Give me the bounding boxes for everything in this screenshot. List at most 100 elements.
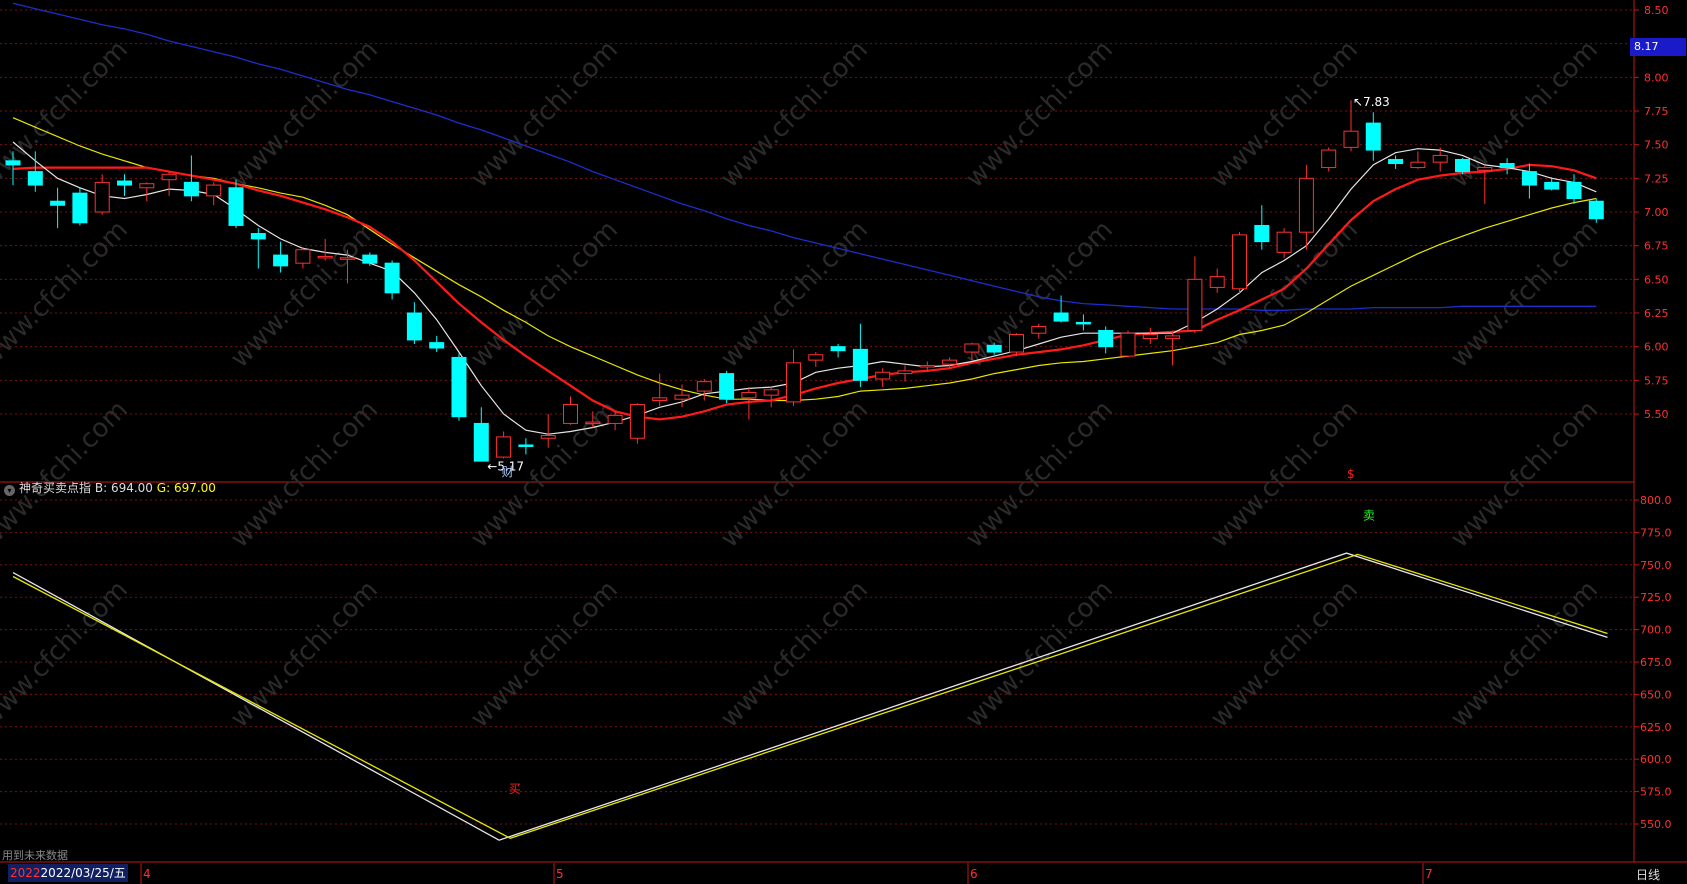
candle-body — [964, 343, 980, 353]
candle — [1365, 112, 1381, 161]
candle-body — [1098, 330, 1114, 348]
y-tick-label: 675.0 — [1640, 656, 1672, 669]
candle — [1009, 333, 1024, 357]
watermark-layer: www.cfchi.com www.cfchi.com www.cfchi.com w… — [0, 35, 1604, 734]
candle-body — [919, 365, 935, 368]
candle-body — [384, 262, 400, 294]
candle-body — [808, 354, 824, 361]
candle — [273, 241, 289, 273]
candle-body — [1566, 181, 1582, 200]
candle — [719, 370, 735, 404]
x-tick-label: 4 — [143, 867, 151, 881]
indicator-lines: 买卖 — [12, 508, 1608, 841]
candle — [1321, 147, 1337, 172]
candle-body — [607, 414, 623, 424]
candle — [139, 182, 155, 202]
candle-body — [786, 362, 801, 403]
candle-body — [1588, 200, 1604, 220]
candle-body — [1276, 231, 1292, 253]
candle — [117, 174, 132, 196]
candle — [1499, 158, 1515, 175]
candle — [1410, 151, 1426, 169]
candle — [540, 414, 556, 448]
watermark-text: www.cfchi.com — [465, 35, 624, 194]
candle-body — [719, 373, 735, 400]
candle — [406, 302, 422, 344]
period-label[interactable]: 日线 — [1636, 866, 1660, 883]
candle-body — [1165, 335, 1181, 340]
y-tick-label: 575.0 — [1640, 786, 1672, 799]
y-tick-label: 6.25 — [1644, 307, 1669, 320]
candle — [786, 349, 801, 406]
chevron-down-icon[interactable]: ▾ — [4, 485, 15, 496]
y-tick-label: 6.00 — [1644, 341, 1669, 354]
candle — [875, 368, 891, 388]
candle-body — [496, 436, 512, 458]
candle-body — [1120, 332, 1136, 357]
watermark-text: www.cfchi.com — [715, 395, 874, 554]
y-tick-label: 625.0 — [1640, 721, 1672, 734]
candle — [897, 365, 913, 382]
future-data-warning: 用到未来数据 — [2, 849, 68, 862]
candle — [1298, 164, 1314, 250]
candle-body — [362, 254, 378, 264]
high-price-label: ↖7.83 — [1353, 95, 1390, 109]
candle-body — [1031, 325, 1047, 334]
candle — [50, 187, 66, 229]
watermark-text: www.cfchi.com — [1445, 395, 1604, 554]
candle-body — [295, 249, 311, 264]
y-tick-label: 6.75 — [1644, 240, 1669, 253]
watermark-text: www.cfchi.com — [715, 35, 874, 194]
b-value: 694.00 — [110, 481, 153, 495]
candle — [1477, 164, 1493, 204]
y-tick-label: 8.00 — [1644, 71, 1669, 84]
candle — [295, 247, 311, 269]
candle-body — [1544, 181, 1560, 190]
watermark-text: www.cfchi.com — [225, 35, 384, 194]
dividend-marker: $ — [1347, 467, 1355, 481]
candle-body — [1477, 167, 1493, 171]
watermark-text: www.cfchi.com — [1205, 395, 1364, 554]
stock-chart[interactable]: www.cfchi.com www.cfchi.com www.cfchi.com w… — [0, 0, 1687, 884]
y-tick-label: 700.0 — [1640, 624, 1672, 637]
candle — [94, 174, 110, 215]
candle — [1588, 198, 1604, 223]
y-tick-label: 6.50 — [1644, 273, 1669, 286]
candle-body — [1254, 224, 1270, 243]
watermark-text: www.cfchi.com — [960, 215, 1119, 374]
candle-body — [897, 370, 913, 375]
candle — [451, 353, 467, 421]
candle — [1031, 323, 1047, 339]
candle-body — [852, 348, 868, 381]
candle-body — [1388, 158, 1404, 165]
candle — [1276, 228, 1292, 258]
indicator-title: ▾ 神奇买卖点指 B: 694.00 G: 697.00 — [4, 479, 216, 496]
candle-body — [875, 371, 891, 380]
y-tick-label: 5.50 — [1644, 408, 1669, 421]
watermark-text: www.cfchi.com — [465, 575, 624, 734]
candle-body — [1209, 276, 1225, 288]
candle-body — [273, 254, 289, 267]
candle-body — [1009, 334, 1024, 353]
watermark-text: www.cfchi.com — [0, 215, 134, 374]
candle-body — [1499, 163, 1515, 169]
candle-body — [429, 342, 445, 349]
candle-body — [652, 397, 668, 402]
candle-body — [1232, 234, 1247, 290]
watermark-text: www.cfchi.com — [225, 215, 384, 374]
watermark-text: www.cfchi.com — [1445, 575, 1604, 734]
candle-body — [50, 200, 66, 206]
candle — [1187, 256, 1203, 334]
candle-body — [540, 435, 556, 439]
candle-body — [741, 391, 757, 399]
candle — [206, 182, 222, 206]
candle-body — [1432, 154, 1448, 163]
candle-body — [1521, 171, 1537, 186]
candle-body — [250, 233, 266, 240]
watermark-text: www.cfchi.com — [1205, 35, 1364, 194]
y-tick-label: 550.0 — [1640, 818, 1672, 831]
buy-signal-label: 买 — [509, 782, 521, 796]
watermark-text: www.cfchi.com — [225, 575, 384, 734]
x-tick-label: 5 — [556, 867, 564, 881]
candle — [1142, 327, 1158, 344]
